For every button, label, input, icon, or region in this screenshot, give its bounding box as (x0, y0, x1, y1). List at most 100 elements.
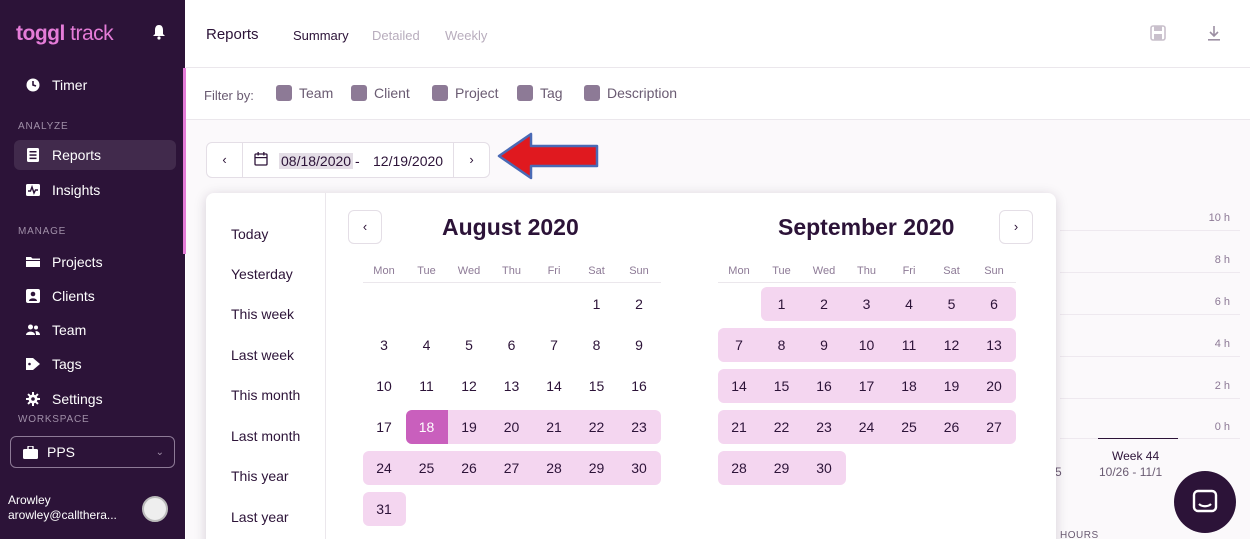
day-cell[interactable]: 16 (803, 369, 845, 403)
preset-this-week[interactable]: This week (231, 306, 294, 322)
day-cell[interactable]: 25 (888, 410, 930, 444)
day-cell[interactable]: 29 (761, 451, 803, 485)
workspace-select[interactable]: PPS ⌄ (10, 436, 175, 468)
preset-last-year[interactable]: Last year (231, 509, 289, 525)
sidebar-item-team[interactable]: Team (14, 315, 176, 345)
day-cell[interactable]: 5 (931, 287, 973, 321)
day-cell[interactable]: 18 (888, 369, 930, 403)
day-cell[interactable]: 1 (576, 287, 618, 321)
day-cell[interactable]: 7 (718, 328, 760, 362)
day-cell[interactable]: 29 (576, 451, 618, 485)
day-cell[interactable]: 14 (533, 369, 575, 403)
day-cell[interactable]: 10 (846, 328, 888, 362)
preset-this-month[interactable]: This month (231, 387, 300, 403)
day-cell[interactable]: 4 (888, 287, 930, 321)
day-cell[interactable]: 24 (846, 410, 888, 444)
day-cell[interactable]: 3 (846, 287, 888, 321)
preset-today[interactable]: Today (231, 226, 268, 242)
day-cell[interactable]: 20 (973, 369, 1015, 403)
filter-project[interactable]: Project (432, 85, 499, 101)
bell-icon[interactable] (152, 24, 166, 40)
range-start-date[interactable]: 08/18/2020 (279, 153, 354, 169)
filter-tag[interactable]: Tag (517, 85, 563, 101)
day-cell[interactable]: 12 (448, 369, 490, 403)
next-range-button[interactable]: › (453, 143, 489, 177)
day-cell[interactable]: 3 (363, 328, 405, 362)
day-cell[interactable]: 17 (363, 410, 405, 444)
day-cell[interactable]: 19 (931, 369, 973, 403)
day-cell[interactable]: 24 (363, 451, 405, 485)
date-range-picker[interactable]: ‹ 08/18/2020 - 12/19/2020 › (206, 142, 490, 178)
day-cell[interactable]: 22 (576, 410, 618, 444)
day-cell[interactable]: 8 (576, 328, 618, 362)
day-cell[interactable]: 26 (448, 451, 490, 485)
avatar[interactable] (142, 496, 168, 522)
tab-detailed[interactable]: Detailed (372, 28, 420, 43)
previous-month-button[interactable]: ‹ (348, 210, 382, 244)
day-cell[interactable]: 4 (406, 328, 448, 362)
sidebar-item-timer[interactable]: Timer (14, 70, 176, 100)
day-cell[interactable]: 12 (931, 328, 973, 362)
day-cell[interactable]: 19 (448, 410, 490, 444)
preset-this-year[interactable]: This year (231, 468, 289, 484)
save-icon[interactable] (1149, 24, 1167, 42)
day-cell[interactable]: 13 (973, 328, 1015, 362)
day-cell[interactable]: 8 (761, 328, 803, 362)
sidebar-item-insights[interactable]: Insights (14, 175, 176, 205)
day-cell[interactable]: 15 (761, 369, 803, 403)
day-cell[interactable]: 11 (888, 328, 930, 362)
filter-team[interactable]: Team (276, 85, 333, 101)
toggl-logo[interactable]: toggl track (16, 22, 114, 46)
preset-yesterday[interactable]: Yesterday (231, 266, 293, 282)
day-cell[interactable]: 30 (803, 451, 845, 485)
day-cell[interactable]: 16 (618, 369, 660, 403)
day-cell[interactable]: 23 (618, 410, 660, 444)
preset-last-month[interactable]: Last month (231, 428, 300, 444)
day-cell[interactable]: 21 (718, 410, 760, 444)
day-cell[interactable]: 15 (576, 369, 618, 403)
day-cell[interactable]: 10 (363, 369, 405, 403)
filter-description[interactable]: Description (584, 85, 677, 101)
day-cell[interactable]: 9 (618, 328, 660, 362)
sidebar-item-settings[interactable]: Settings (14, 384, 176, 414)
sidebar-item-projects[interactable]: Projects (14, 247, 176, 277)
day-cell[interactable]: 7 (533, 328, 575, 362)
day-cell[interactable]: 2 (803, 287, 845, 321)
day-cell[interactable]: 22 (761, 410, 803, 444)
day-cell[interactable]: 21 (533, 410, 575, 444)
download-icon[interactable] (1205, 24, 1223, 42)
day-cell[interactable]: 26 (931, 410, 973, 444)
day-cell[interactable]: 23 (803, 410, 845, 444)
sidebar-item-reports[interactable]: Reports (14, 140, 176, 170)
day-cell[interactable]: 28 (533, 451, 575, 485)
day-cell[interactable]: 31 (363, 492, 405, 526)
sidebar-item-clients[interactable]: Clients (14, 281, 176, 311)
day-cell[interactable]: 28 (718, 451, 760, 485)
day-cell[interactable]: 13 (491, 369, 533, 403)
day-cell[interactable]: 11 (406, 369, 448, 403)
preset-last-week[interactable]: Last week (231, 347, 294, 363)
chat-button[interactable] (1174, 471, 1236, 533)
filter-client[interactable]: Client (351, 85, 410, 101)
day-cell[interactable]: 5 (448, 328, 490, 362)
previous-range-button[interactable]: ‹ (207, 143, 243, 177)
range-end-date[interactable]: 12/19/2020 (373, 153, 443, 169)
day-cell[interactable]: 27 (491, 451, 533, 485)
day-cell[interactable]: 6 (973, 287, 1015, 321)
day-cell[interactable]: 20 (491, 410, 533, 444)
tab-weekly[interactable]: Weekly (445, 28, 487, 43)
day-cell[interactable]: 30 (618, 451, 660, 485)
day-cell[interactable]: 14 (718, 369, 760, 403)
day-cell-range-start[interactable]: 18 (405, 410, 448, 444)
tab-summary[interactable]: Summary (293, 28, 349, 43)
user-email[interactable]: arowley@callthera... (8, 508, 117, 522)
next-month-button[interactable]: › (999, 210, 1033, 244)
day-cell[interactable]: 2 (618, 287, 660, 321)
user-name[interactable]: Arowley (8, 493, 51, 507)
day-cell[interactable]: 9 (803, 328, 845, 362)
day-cell[interactable]: 1 (761, 287, 803, 321)
day-cell[interactable]: 17 (846, 369, 888, 403)
day-cell[interactable]: 6 (491, 328, 533, 362)
day-cell[interactable]: 25 (406, 451, 448, 485)
day-cell[interactable]: 27 (973, 410, 1015, 444)
